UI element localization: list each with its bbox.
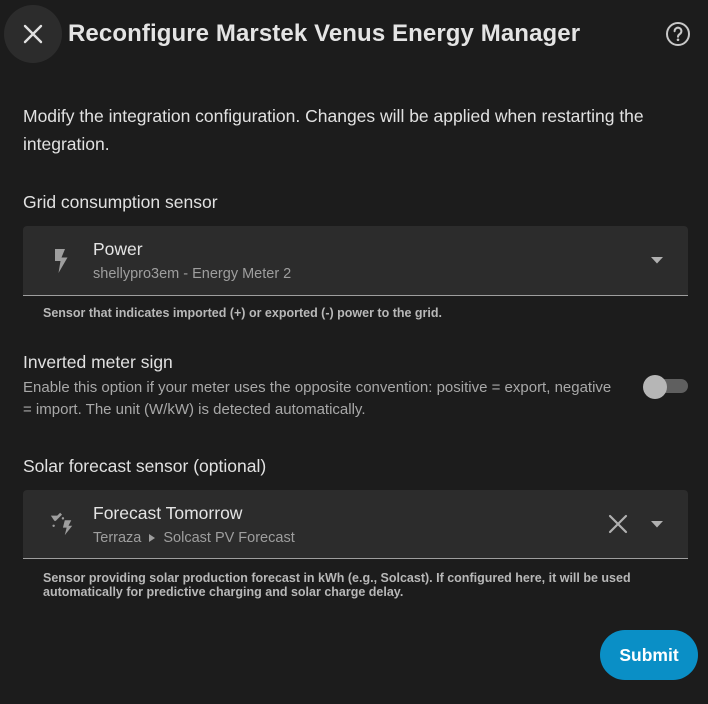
grid-sensor-label: Grid consumption sensor <box>23 192 218 212</box>
help-icon <box>666 22 690 46</box>
solar-forecast-helper: Sensor providing solar production foreca… <box>43 571 631 599</box>
solar-forecast-select[interactable]: Forecast Tomorrow Terraza Solcast PV For… <box>23 490 688 559</box>
chevron-down-icon[interactable] <box>650 255 664 265</box>
solar-forecast-label: Solar forecast sensor (optional) <box>23 456 267 476</box>
help-button[interactable] <box>664 20 692 48</box>
weather-lightning-icon <box>49 510 75 536</box>
grid-sensor-select[interactable]: Power shellypro3em - Energy Meter 2 <box>23 226 688 296</box>
grid-sensor-helper: Sensor that indicates imported (+) or ex… <box>43 306 442 320</box>
solar-forecast-device: Terraza Solcast PV Forecast <box>93 530 295 546</box>
flash-icon <box>49 248 75 274</box>
inverted-meter-title: Inverted meter sign <box>23 352 173 372</box>
inverted-meter-description: Enable this option if your meter uses th… <box>23 379 612 418</box>
grid-sensor-device-name: shellypro3em - Energy Meter 2 <box>93 266 292 282</box>
toggle-thumb <box>643 375 667 399</box>
chevron-right-icon <box>149 534 156 542</box>
grid-sensor-value: Power <box>93 239 143 259</box>
dialog-description: Modify the integration configuration. Ch… <box>23 106 644 154</box>
solar-forecast-area: Terraza <box>93 530 142 546</box>
dialog-title: Reconfigure Marstek Venus Energy Manager <box>68 20 581 47</box>
submit-button[interactable]: Submit <box>600 630 698 680</box>
solar-forecast-device-name: Solcast PV Forecast <box>163 530 295 546</box>
close-icon <box>23 24 43 44</box>
grid-sensor-device: shellypro3em - Energy Meter 2 <box>93 266 291 282</box>
inverted-meter-toggle[interactable] <box>642 374 690 400</box>
clear-selection-button[interactable] <box>606 512 630 536</box>
close-icon <box>608 514 628 534</box>
chevron-down-icon[interactable] <box>650 519 664 529</box>
close-button[interactable] <box>4 5 62 63</box>
solar-forecast-value: Forecast Tomorrow <box>93 503 243 523</box>
